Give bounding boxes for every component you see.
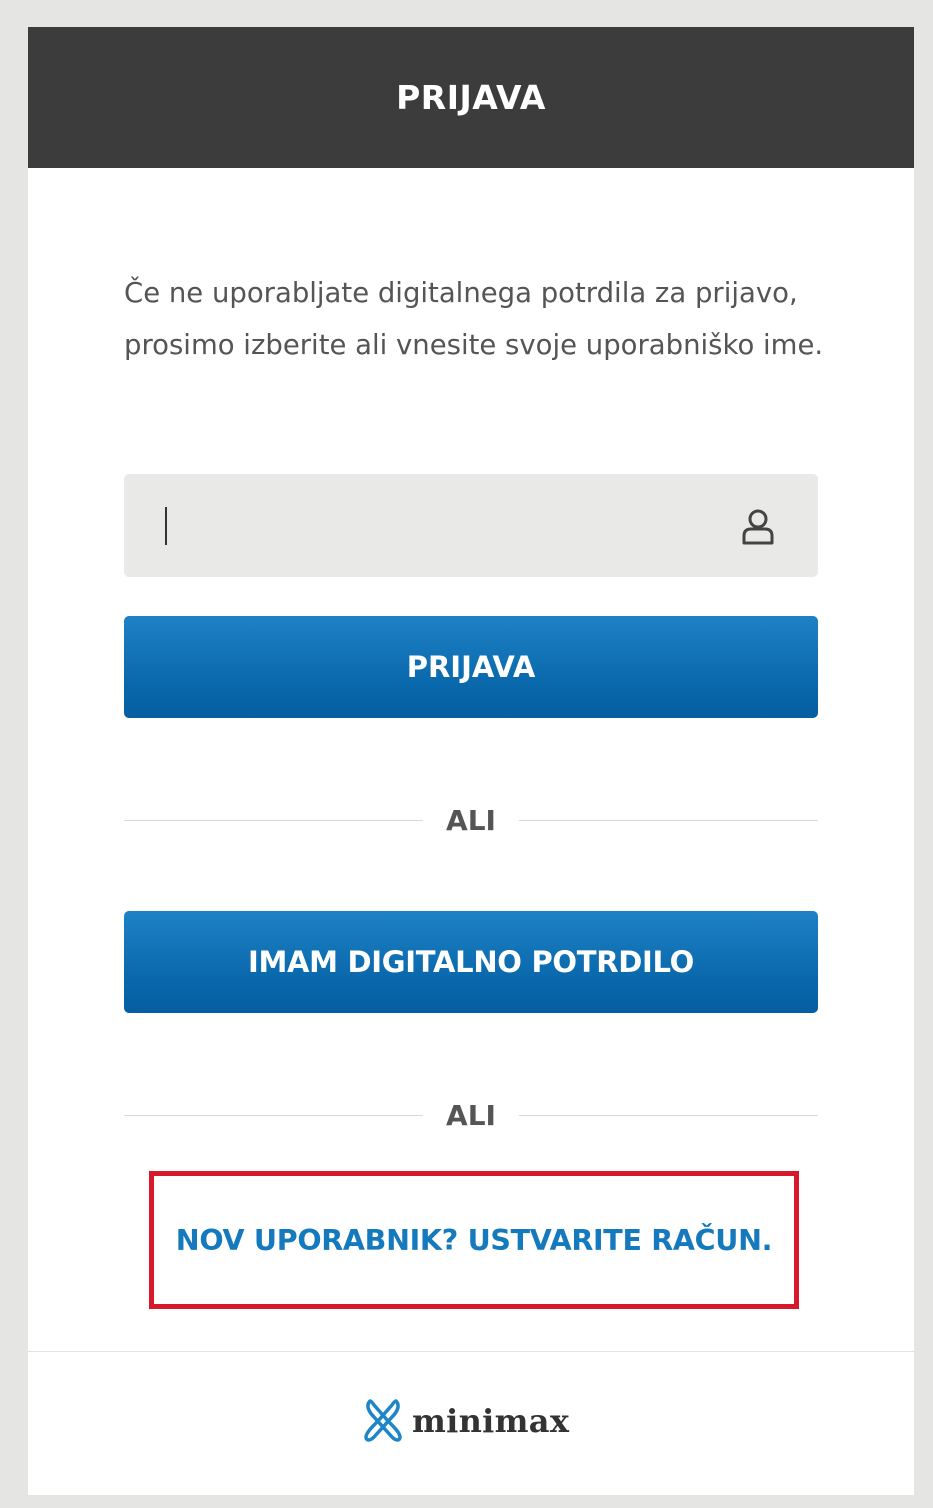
footer-divider: [28, 1351, 914, 1352]
text-caret: [165, 507, 167, 545]
login-button[interactable]: PRIJAVA: [124, 616, 818, 718]
or-divider: ALI: [124, 1095, 818, 1135]
create-account-link[interactable]: NOV UPORABNIK? USTVARITE RAČUN.: [176, 1224, 773, 1257]
login-header: PRIJAVA: [28, 27, 914, 168]
page-title: PRIJAVA: [396, 78, 546, 117]
or-label: ALI: [446, 1098, 496, 1132]
intro-text: Če ne uporabljate digitalnega potrdila z…: [124, 277, 824, 361]
signup-highlight-box: NOV UPORABNIK? USTVARITE RAČUN.: [149, 1171, 799, 1309]
divider-line-right: [519, 819, 818, 821]
minimax-logo: minimax: [364, 1396, 569, 1446]
user-icon: [742, 509, 774, 545]
or-label: ALI: [446, 803, 496, 837]
minimax-logo-icon: [364, 1399, 402, 1442]
login-card: PRIJAVA Če ne uporabljate digitalnega po…: [28, 27, 914, 1495]
or-divider: ALI: [124, 800, 818, 840]
username-input[interactable]: [124, 474, 818, 577]
logo-text: minimax: [412, 1402, 570, 1440]
divider-line-right: [519, 1114, 818, 1116]
digital-certificate-button[interactable]: IMAM DIGITALNO POTRDILO: [124, 911, 818, 1013]
divider-line-left: [124, 819, 423, 821]
divider-line-left: [124, 1114, 423, 1116]
